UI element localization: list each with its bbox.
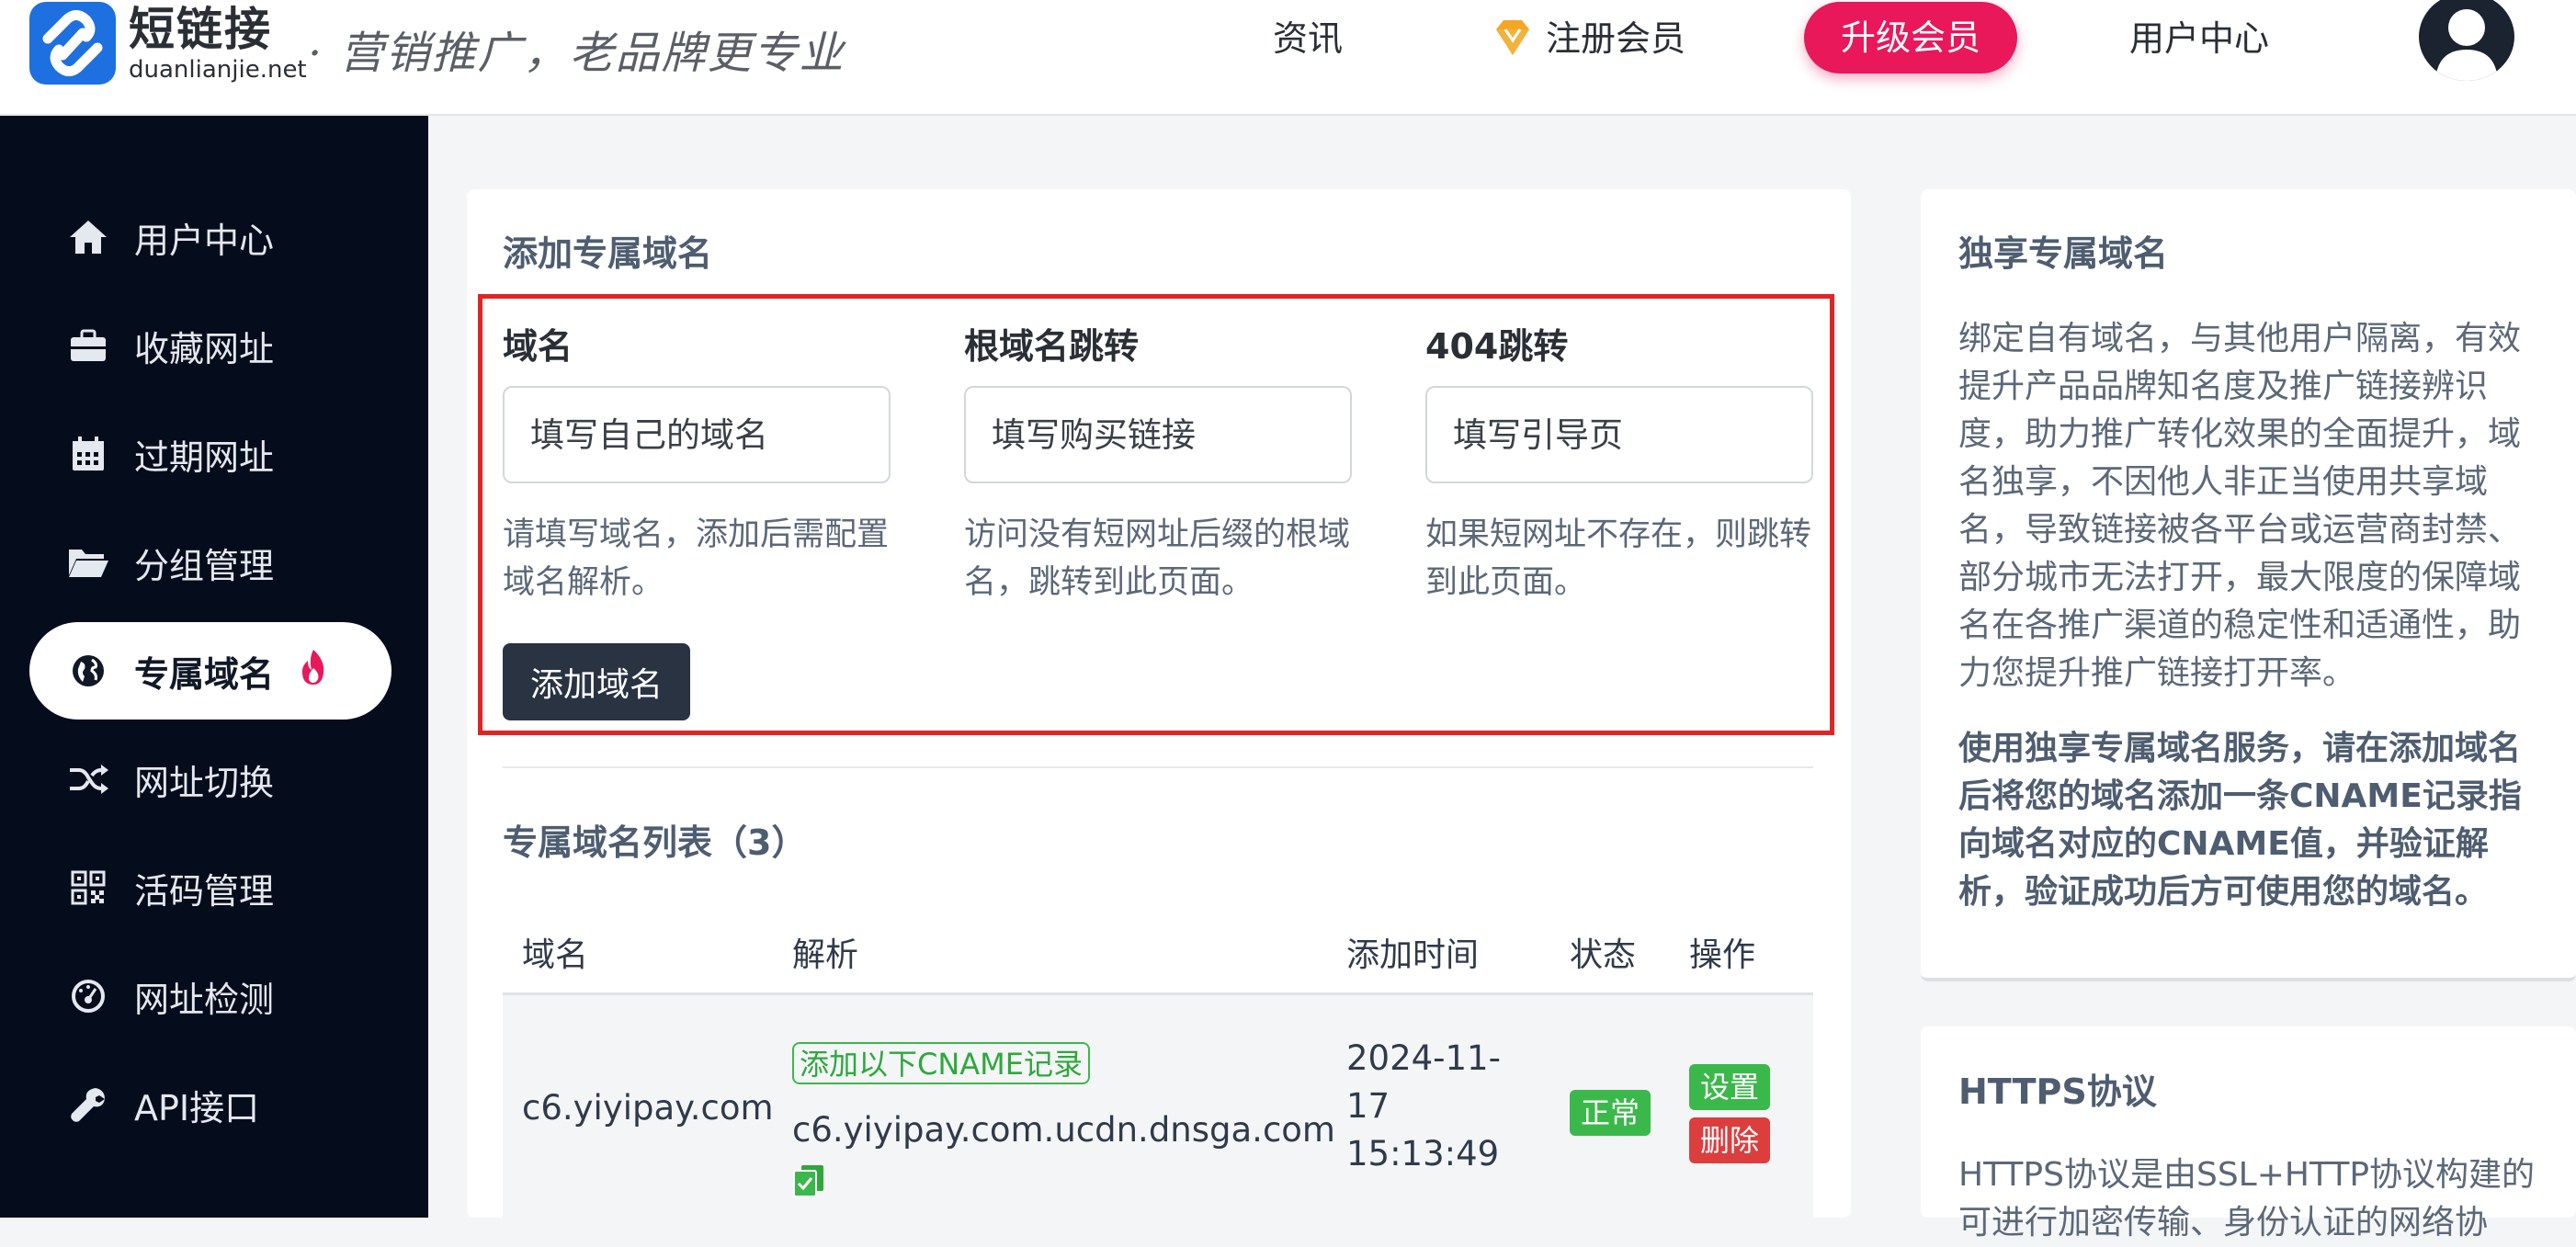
sidebar-item-check[interactable]: 网址检测	[29, 947, 392, 1045]
domain-list-title: 专属域名列表（3）	[503, 822, 807, 863]
shuffle-icon	[61, 752, 116, 807]
diamond-icon	[1496, 20, 1529, 55]
column-header-added-time: 添加时间	[1346, 936, 1480, 974]
404-redirect-help-text: 如果短网址不存在，则跳转到此页面。	[1425, 516, 1812, 601]
row-added-date: 2024-11-	[1346, 1038, 1501, 1078]
info-card-title: 独享专属域名	[1958, 233, 2169, 274]
sidebar-item-favorites[interactable]: 收藏网址	[29, 297, 392, 394]
sidebar-item-label: 专属域名	[134, 653, 275, 695]
nav-register-label: 注册会员	[1546, 18, 1686, 59]
wrench-icon	[61, 1077, 116, 1132]
slogan: · 营销推广，老品牌更专业	[308, 28, 845, 79]
sidebar-item-api[interactable]: API接口	[29, 1056, 392, 1153]
sidebar-item-live-code[interactable]: 活码管理	[29, 839, 392, 936]
gauge-icon	[61, 969, 116, 1024]
settings-button[interactable]: 设置	[1689, 1064, 1771, 1110]
top-navbar: 短链接 duanlianjie.net · 营销推广，老品牌更专业 资讯 注册会…	[0, 0, 2576, 116]
domain-help-text: 请填写域名，添加后需配置域名解析。	[503, 516, 890, 601]
delete-button[interactable]: 删除	[1689, 1117, 1771, 1163]
calendar-icon	[61, 426, 116, 482]
sidebar-item-label: 网址切换	[134, 762, 275, 803]
row-domain: c6.yiyipay.com	[522, 1088, 774, 1128]
user-avatar-icon[interactable]	[2419, 0, 2514, 81]
domain-input[interactable]	[503, 386, 891, 483]
404-redirect-input[interactable]	[1425, 386, 1813, 483]
sidebar-item-label: API接口	[134, 1087, 260, 1128]
nav-news-link[interactable]: 资讯	[1273, 13, 1343, 64]
sidebar-item-label: 用户中心	[134, 220, 275, 261]
root-redirect-field-label: 根域名跳转	[964, 326, 1140, 367]
column-header-status: 状态	[1570, 936, 1637, 974]
column-header-actions: 操作	[1689, 936, 1756, 974]
add-domain-title: 添加专属域名	[503, 233, 713, 274]
info-card-body: 绑定自有域名，与其他用户隔离，有效提升产品品牌知名度及推广链接辨识度，助力推广转…	[1958, 320, 2522, 692]
logo-link-icon	[29, 2, 116, 85]
add-domain-button[interactable]: 添加域名	[503, 643, 691, 720]
logo-name-cn: 短链接	[129, 3, 272, 56]
nav-register-link[interactable]: 注册会员	[1487, 13, 1685, 64]
sidebar-item-label: 网址检测	[134, 979, 275, 1020]
root-redirect-help-text: 访问没有短网址后缀的根域名，跳转到此页面。	[964, 516, 1351, 601]
sidebar-item-groups[interactable]: 分组管理	[29, 514, 392, 611]
fire-icon	[298, 648, 329, 695]
row-cname-value: c6.yiyipay.com.ucdn.dnsga.com	[792, 1110, 1335, 1150]
row-added-time: 15:13:49	[1346, 1134, 1500, 1173]
logo-text: 短链接 duanlianjie.net	[129, 2, 307, 83]
globe-icon	[61, 643, 116, 698]
upgrade-member-button[interactable]: 升级会员	[1804, 2, 2018, 74]
folder-icon	[61, 535, 116, 590]
info-card-note: 使用独享专属域名服务，请在添加域名后将您的域名添加一条CNAME记录指向域名对应…	[1958, 730, 2522, 911]
column-header-domain: 域名	[522, 936, 589, 974]
nav-user-center-link[interactable]: 用户中心	[2129, 13, 2269, 64]
domain-field-label: 域名	[503, 326, 573, 367]
logo-name-en: duanlianjie.net	[129, 56, 307, 84]
qrcode-icon	[61, 860, 116, 915]
site-logo[interactable]: 短链接 duanlianjie.net	[29, 2, 307, 85]
root-redirect-input[interactable]	[964, 386, 1352, 483]
sidebar-item-label: 收藏网址	[134, 328, 275, 369]
sidebar-item-label: 活码管理	[134, 870, 275, 912]
https-card-title: HTTPS协议	[1958, 1071, 2157, 1112]
sidebar-item-switch[interactable]: 网址切换	[29, 731, 392, 828]
404-redirect-field-label: 404跳转	[1425, 326, 1569, 367]
sidebar-item-label: 过期网址	[134, 436, 275, 478]
home-icon	[61, 210, 116, 265]
sidebar-item-label: 分组管理	[134, 545, 275, 586]
column-header-dns: 解析	[792, 936, 859, 974]
cname-tag: 添加以下CNAME记录	[792, 1042, 1091, 1084]
sidebar-item-custom-domain[interactable]: 专属域名	[29, 622, 392, 720]
copy-icon[interactable]	[792, 1163, 829, 1202]
row-added-day: 17	[1346, 1086, 1390, 1126]
divider	[503, 766, 1813, 768]
https-card-body: HTTPS协议是由SSL+HTTP协议构建的可进行加密传输、身份认证的网络协	[1958, 1156, 2536, 1241]
sidebar-item-expired[interactable]: 过期网址	[29, 405, 392, 503]
status-badge: 正常	[1570, 1090, 1651, 1136]
briefcase-icon	[61, 318, 116, 373]
sidebar-item-user-center[interactable]: 用户中心	[29, 188, 392, 286]
